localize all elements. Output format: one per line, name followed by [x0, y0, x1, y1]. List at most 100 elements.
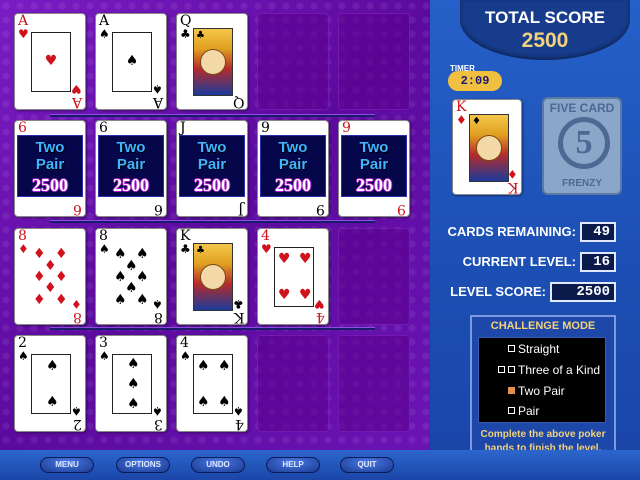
card-pip: ♥	[278, 287, 291, 303]
hand-name-line1: Two	[116, 139, 146, 156]
bottom-toolbar	[0, 450, 640, 480]
card-pip: ♠	[46, 394, 59, 410]
card-four-spades[interactable]: 4 ♠ ♠ ♠ ♠ ♠ ♠ 4	[176, 335, 248, 432]
card-rank: 8	[154, 309, 163, 325]
card-center-frame: ♥	[31, 32, 71, 92]
level-score-label: LEVEL SCORE:	[450, 284, 546, 299]
row-divider	[50, 220, 375, 223]
hand-result-overlay: Two Pair 2500	[179, 135, 245, 197]
menu-button[interactable]: MENU	[40, 457, 94, 473]
hand-score: 2500	[113, 175, 149, 195]
card-king-clubs[interactable]: K ♣ ♣ ♣ K	[176, 228, 248, 325]
card-pip: ♥	[299, 287, 312, 303]
card-center-frame: ♥ ♥ ♥ ♥	[274, 247, 314, 307]
card-suit: ♠	[99, 242, 110, 256]
card-pip: ♥	[278, 251, 291, 267]
options-button[interactable]: OPTIONS	[116, 457, 170, 473]
card-rank: 3	[154, 416, 163, 432]
card-four-hearts[interactable]: 4 ♥ ♥ ♥ ♥ ♥ ♥ 4	[257, 228, 329, 325]
hand-result-overlay: Two Pair 2500	[98, 135, 164, 197]
card-eight-spades[interactable]: 8 ♠ ♠ ♠ ♠ ♠ ♠ ♠ ♠ ♠ ♠ 8	[95, 228, 167, 325]
checkbox-icon	[508, 366, 515, 373]
empty-slot[interactable]	[257, 335, 329, 432]
cards-remaining-label: CARDS REMAINING:	[447, 224, 576, 239]
card-pip: ♠	[136, 292, 149, 308]
card-ace-hearts[interactable]: A ♥ ♥ ♥ A	[14, 13, 86, 110]
card-suit: ♦	[456, 113, 467, 127]
challenge-item-label: Straight	[518, 342, 560, 356]
checkbox-icon	[508, 407, 515, 414]
card-pip: ♠	[127, 356, 140, 372]
face-suit: ♣	[196, 245, 205, 256]
help-button[interactable]: HELP	[266, 457, 320, 473]
current-level-value: 16	[580, 252, 616, 272]
current-card-king-diamonds[interactable]: K ♦ ♦ ♦ K	[452, 99, 522, 195]
card-center-pip: ♠	[125, 53, 139, 69]
empty-slot[interactable]	[338, 335, 410, 432]
card-pip: ♠	[218, 394, 231, 410]
card-nine-diamonds[interactable]: 9 Two Pair 2500 9	[338, 120, 410, 217]
total-score-label: TOTAL SCORE	[485, 8, 605, 27]
card-rank: 6	[18, 120, 27, 136]
card-face-art: ♦	[469, 114, 509, 182]
card-center-frame: ♠ ♠ ♠ ♠	[193, 354, 233, 414]
checkbox-icon	[498, 366, 505, 373]
card-rank: 6	[99, 120, 108, 136]
card-rank: 9	[316, 201, 325, 217]
card-nine-spades[interactable]: 9 Two Pair 2500 9	[257, 120, 329, 217]
card-suit: ♠	[18, 349, 29, 363]
hand-name-line1: Two	[278, 139, 308, 156]
empty-slot[interactable]	[338, 228, 410, 325]
card-center-frame: ♠ ♠ ♠	[112, 354, 152, 414]
card-rank: 4	[235, 416, 244, 432]
card-queen-clubs[interactable]: Q ♣ ♣ Q	[176, 13, 248, 110]
card-six-diamonds[interactable]: 6 Two Pair 2500 6	[14, 120, 86, 217]
card-pip: ♠	[218, 358, 231, 374]
card-suit: ♠	[99, 27, 110, 41]
face-portrait	[476, 135, 502, 161]
card-ace-spades[interactable]: A ♠ ♠ ♠ A	[95, 13, 167, 110]
card-rank: J	[180, 120, 186, 136]
challenge-item-two-pair: Two Pair	[508, 384, 565, 398]
card-jack-diamonds[interactable]: J Two Pair 2500 J	[176, 120, 248, 217]
face-suit: ♣	[196, 30, 205, 41]
current-level-label: CURRENT LEVEL:	[462, 254, 576, 269]
card-three-spades[interactable]: 3 ♠ ♠ ♠ ♠ ♠ 3	[95, 335, 167, 432]
row-divider	[50, 114, 375, 117]
card-pip: ♠	[197, 394, 210, 410]
challenge-item-label: Two Pair	[518, 384, 565, 398]
face-portrait	[200, 49, 226, 75]
undo-button[interactable]: UNDO	[191, 457, 245, 473]
card-pip: ♦	[55, 292, 68, 308]
hand-name-line2: Pair	[359, 156, 389, 173]
card-pip: ♦	[33, 292, 46, 308]
card-suit: ♥	[18, 27, 29, 41]
card-suit: ♣	[180, 27, 191, 41]
card-eight-diamonds[interactable]: 8 ♦ ♦ ♦ ♦ ♦ ♦ ♦ ♦ ♦ ♦ 8	[14, 228, 86, 325]
empty-slot[interactable]	[257, 13, 329, 110]
card-pip: ♠	[127, 376, 140, 392]
hand-name-line2: Pair	[116, 156, 146, 173]
card-two-spades[interactable]: 2 ♠ ♠ ♠ ♠ 2	[14, 335, 86, 432]
hand-name-line1: Two	[359, 139, 389, 156]
quit-button[interactable]: QUIT	[340, 457, 394, 473]
challenge-item-label: Three of a Kind	[518, 363, 601, 377]
card-center-frame: ♠	[112, 32, 152, 92]
challenge-title: CHALLENGE MODE	[490, 320, 596, 332]
challenge-item-pair: Pair	[508, 404, 539, 418]
card-rank: K	[233, 309, 244, 325]
card-pip: ♠	[46, 358, 59, 374]
hand-score: 2500	[275, 175, 311, 195]
deck-pile: FIVE CARD 5 FRENZY	[542, 97, 622, 195]
cards-remaining-value: 49	[580, 222, 616, 242]
challenge-item-three-of-a-kind: Three of a Kind	[498, 363, 600, 377]
card-suit: ♥	[261, 242, 272, 256]
card-rank: 4	[316, 309, 325, 325]
card-pip: ♦	[55, 246, 68, 262]
card-six-spades[interactable]: 6 Two Pair 2500 6	[95, 120, 167, 217]
card-rank: J	[238, 201, 244, 217]
empty-slot[interactable]	[338, 13, 410, 110]
hand-name-line2: Pair	[278, 156, 308, 173]
hand-name-line1: Two	[197, 139, 227, 156]
card-rank: 6	[154, 201, 163, 217]
